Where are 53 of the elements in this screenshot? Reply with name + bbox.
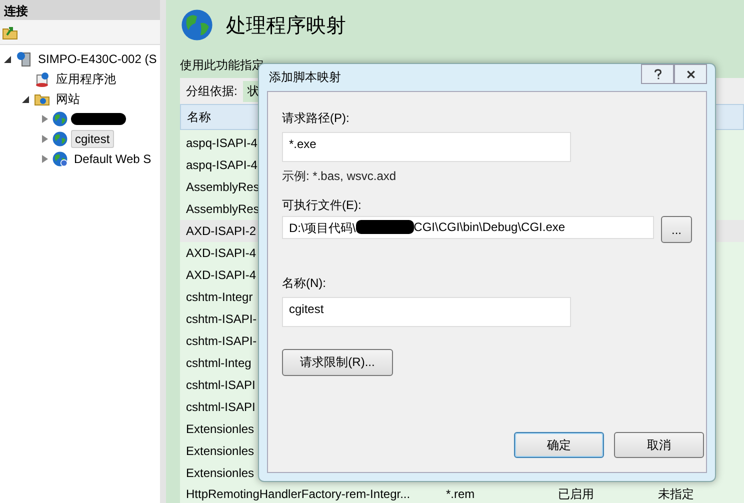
table-cell: AXD-ISAPI-2	[186, 224, 256, 238]
close-icon	[686, 68, 696, 80]
restrictions-button[interactable]: 请求限制(R)...	[282, 349, 393, 376]
path-text: D:\项目代码\	[289, 220, 356, 234]
collapsed-arrow-icon[interactable]	[40, 114, 49, 124]
example-text: 示例: *.bas, wsvc.axd	[282, 168, 398, 185]
table-cell: cshtml-ISAPI	[186, 378, 256, 392]
table-cell: cshtm-Integr	[186, 290, 253, 304]
table-cell-text: HttpRemotingHandlerFactory-rem-Integr...	[186, 487, 412, 501]
redaction-mark	[356, 220, 414, 234]
cancel-button[interactable]: 取消	[614, 432, 704, 458]
expanded-arrow-icon[interactable]	[22, 94, 31, 104]
field-label: 请求路径(P):	[282, 110, 350, 126]
table-cell-text: 已启用	[558, 486, 595, 502]
dialog-title: 添加脚本映射	[268, 69, 341, 86]
panel-title: 连接	[0, 0, 160, 20]
tree-item[interactable]: cgitest	[71, 130, 114, 148]
path-text: CGI\CGI\bin\Debug\CGI.exe	[414, 220, 566, 234]
table-cell: 未指定	[658, 486, 694, 502]
executable-path-field[interactable]: D:\项目代码\ CGI\CGI\bin\Debug\CGI.exe	[282, 216, 654, 239]
folder-arrow-icon[interactable]	[2, 24, 18, 40]
tree-item[interactable]: Default Web S	[71, 151, 154, 167]
table-cell: cshtm-ISAPI-	[186, 334, 257, 348]
help-button[interactable]	[641, 64, 674, 84]
tree-item[interactable]: 网站	[53, 90, 83, 108]
pool-icon	[34, 71, 50, 87]
column-header[interactable]: 名称	[187, 108, 211, 126]
field-label: 名称(N):	[282, 275, 327, 291]
collapsed-arrow-icon[interactable]	[40, 154, 49, 164]
field-label: 可执行文件(E):	[282, 197, 362, 213]
question-mark-icon	[652, 68, 662, 80]
globe-icon	[52, 151, 68, 167]
globe-icon	[52, 111, 68, 127]
tree-item[interactable]: 应用程序池	[53, 70, 119, 88]
table-cell-text: *.rem	[446, 487, 476, 501]
table-cell: Extensionles	[186, 422, 254, 436]
table-cell: Extensionles	[186, 466, 254, 480]
server-icon	[16, 51, 32, 67]
globe-icon	[180, 8, 214, 42]
tree-item[interactable]: SIMPO-E430C-002 (S	[35, 51, 160, 67]
table-row[interactable]: HttpRemotingHandlerFactory-rem-Integr... *.rem 已启用 未指定	[180, 484, 744, 503]
request-path-field[interactable]: *.exe	[282, 132, 571, 162]
name-field[interactable]: cgitest	[282, 297, 571, 327]
collapsed-arrow-icon[interactable]	[40, 134, 49, 144]
ok-button[interactable]: 确定	[514, 432, 604, 458]
expanded-arrow-icon[interactable]	[4, 54, 13, 64]
page-title: 处理程序映射	[226, 14, 346, 38]
group-by-label: 分组依据:	[186, 82, 238, 100]
table-cell: cshtml-ISAPI	[186, 400, 256, 414]
close-button[interactable]	[674, 64, 707, 84]
table-cell: AXD-ISAPI-4	[186, 246, 256, 260]
browse-button[interactable]: ...	[661, 216, 692, 243]
globe-icon	[52, 131, 68, 147]
